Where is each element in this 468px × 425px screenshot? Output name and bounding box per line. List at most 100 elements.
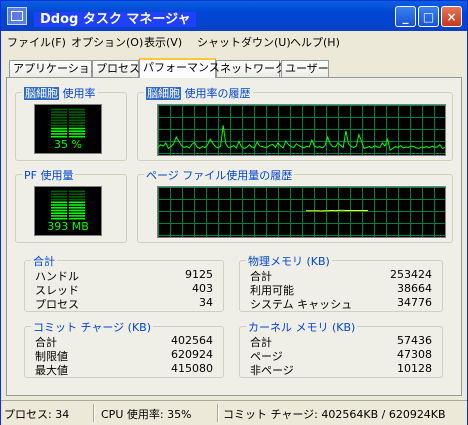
menu-view[interactable]: 表示(V) — [144, 34, 182, 50]
cpu-history-graph — [157, 104, 446, 156]
physical-memory-row-cache: システム キャッシュ 34776 — [250, 296, 432, 311]
pf-meter-segment — [69, 204, 85, 206]
cpu-meter-segment — [69, 108, 85, 111]
kernel-memory-row-nonpaged: 非ページ 10128 — [250, 362, 432, 377]
menu-file[interactable]: ファイル(F) — [7, 34, 66, 50]
cpu-meter-segment — [69, 125, 85, 127]
kernel-memory-row-total: 合計 57436 — [250, 334, 432, 349]
pf-history-line — [306, 209, 368, 212]
tab-network[interactable]: ネットワーク — [216, 60, 286, 77]
title-bar[interactable]: Ddog タスク マネージャ _ □ × — [1, 1, 467, 31]
pf-history-label: ページ ファイル使用量の履歴 — [144, 167, 295, 183]
cpu-history-chart — [158, 105, 445, 155]
status-separator — [93, 404, 95, 422]
pf-meter-segment — [69, 201, 85, 204]
pf-meter-segment — [69, 196, 85, 198]
pf-meter-segment — [51, 212, 67, 214]
pf-meter-segment — [69, 198, 85, 201]
physical-memory-group: 物理メモリ (KB) 合計 253424 利用可能 38664 システム キャッシュ… — [239, 253, 443, 312]
cpu-meter-segment — [69, 116, 85, 119]
pf-meter-segment — [51, 198, 67, 201]
pf-history-group: ページ ファイル使用量の履歴 — [137, 167, 453, 243]
pf-meter-segment — [51, 196, 67, 198]
cpu-meter-segment — [51, 122, 67, 124]
pf-meter-segment — [69, 190, 85, 193]
totals-title: 合計 — [31, 253, 57, 269]
cpu-meter-segment — [51, 114, 67, 116]
commit-charge-title: コミット チャージ (KB) — [31, 319, 154, 335]
totals-row-processes: プロセス 34 — [35, 296, 213, 311]
pf-meter-segment — [51, 201, 67, 204]
status-bar: プロセス: 34 CPU 使用率: 35% コミット チャージ: 402564K… — [1, 400, 467, 425]
cpu-meter-segment — [51, 133, 67, 135]
pf-meter-segment — [51, 207, 67, 209]
cpu-meter-segment — [69, 111, 85, 113]
performance-panel: 脳細胞 使用率 35 % 脳細胞 使用率の履歴 PF 使用量 393 MB ペー… — [6, 77, 462, 396]
cpu-meter-segment — [69, 119, 85, 122]
cpu-usage-label: 脳細胞 使用率 — [22, 85, 98, 101]
commit-charge-row-limit: 制限値 620924 — [35, 348, 213, 363]
pf-usage-label: PF 使用量 — [22, 167, 76, 183]
cpu-meter-segment — [51, 116, 67, 119]
cpu-meter-segment — [51, 111, 67, 113]
menu-options[interactable]: オプション(O) — [71, 34, 143, 50]
commit-charge-group: コミット チャージ (KB) 合計 402564 制限値 620924 最大値 415… — [24, 319, 224, 378]
cpu-usage-value: 35 % — [54, 138, 82, 151]
pf-meter-segment — [69, 193, 85, 195]
pf-meter-segment — [69, 212, 85, 214]
cpu-history-label: 脳細胞 使用率の履歴 — [144, 85, 253, 101]
physical-memory-title: 物理メモリ (KB) — [246, 253, 332, 269]
cpu-meter-segment — [69, 114, 85, 116]
pf-meter-segment — [51, 209, 67, 212]
maximize-button[interactable]: □ — [418, 6, 439, 27]
commit-charge-row-total: 合計 402564 — [35, 334, 213, 349]
close-button[interactable]: × — [441, 6, 462, 27]
cpu-meter-segment — [51, 125, 67, 127]
tab-users[interactable]: ユーザー — [281, 60, 329, 77]
pf-usage-meter: 393 MB — [34, 186, 102, 236]
pf-meter-segment — [51, 190, 67, 193]
status-cpu: CPU 使用率: 35% — [101, 408, 192, 421]
cpu-history-group: 脳細胞 使用率の履歴 — [137, 85, 453, 161]
pf-history-chart — [158, 187, 445, 237]
totals-group: 合計 ハンドル 9125 スレッド 403 プロセス 34 — [24, 253, 224, 312]
menu-shutdown[interactable]: シャットダウン(U) — [197, 34, 291, 50]
window-title: Ddog タスク マネージャ — [34, 8, 197, 27]
pf-meter-bars — [51, 190, 85, 220]
kernel-memory-title: カーネル メモリ (KB) — [246, 319, 358, 335]
pf-usage-value: 393 MB — [47, 220, 89, 233]
minimize-button[interactable]: _ — [395, 6, 416, 27]
pf-meter-segment — [51, 215, 67, 217]
kernel-memory-group: カーネル メモリ (KB) 合計 57436 ページ 47308 非ページ 10128 — [239, 319, 443, 378]
totals-row-threads: スレッド 403 — [35, 282, 213, 297]
commit-charge-row-peak: 最大値 415080 — [35, 362, 213, 377]
cpu-meter-segment — [51, 108, 67, 111]
pf-usage-group: PF 使用量 393 MB — [15, 167, 127, 243]
tab-performance[interactable]: パフォーマンス — [139, 58, 220, 78]
tab-processes[interactable]: プロセス — [92, 60, 140, 77]
status-commit: コミット チャージ: 402564KB / 620924KB — [223, 408, 446, 421]
cpu-meter-segment — [69, 130, 85, 132]
task-manager-window: Ddog タスク マネージャ _ □ × ファイル(F) オプション(O) 表示… — [0, 0, 468, 425]
status-separator — [217, 404, 219, 422]
cpu-usage-group: 脳細胞 使用率 35 % — [15, 85, 127, 161]
menu-help[interactable]: ヘルプ(H) — [290, 34, 340, 50]
pf-meter-segment — [69, 209, 85, 212]
pf-meter-segment — [51, 193, 67, 195]
kernel-memory-row-paged: ページ 47308 — [250, 348, 432, 363]
cpu-meter-bars — [51, 108, 85, 138]
physical-memory-row-available: 利用可能 38664 — [250, 282, 432, 297]
app-icon — [7, 7, 27, 25]
cpu-meter-segment — [69, 127, 85, 130]
cpu-meter-segment — [69, 122, 85, 124]
physical-memory-row-total: 合計 253424 — [250, 268, 432, 283]
cpu-meter-segment — [69, 133, 85, 135]
pf-meter-segment — [69, 215, 85, 217]
cpu-meter-segment — [51, 119, 67, 122]
menu-bar: ファイル(F) オプション(O) 表示(V) シャットダウン(U) ヘルプ(H) — [1, 31, 467, 51]
pf-history-graph — [157, 186, 446, 238]
tab-applications[interactable]: アプリケーション — [9, 60, 101, 77]
cpu-usage-meter: 35 % — [34, 104, 102, 154]
totals-row-handles: ハンドル 9125 — [35, 268, 213, 283]
pf-meter-segment — [51, 204, 67, 206]
